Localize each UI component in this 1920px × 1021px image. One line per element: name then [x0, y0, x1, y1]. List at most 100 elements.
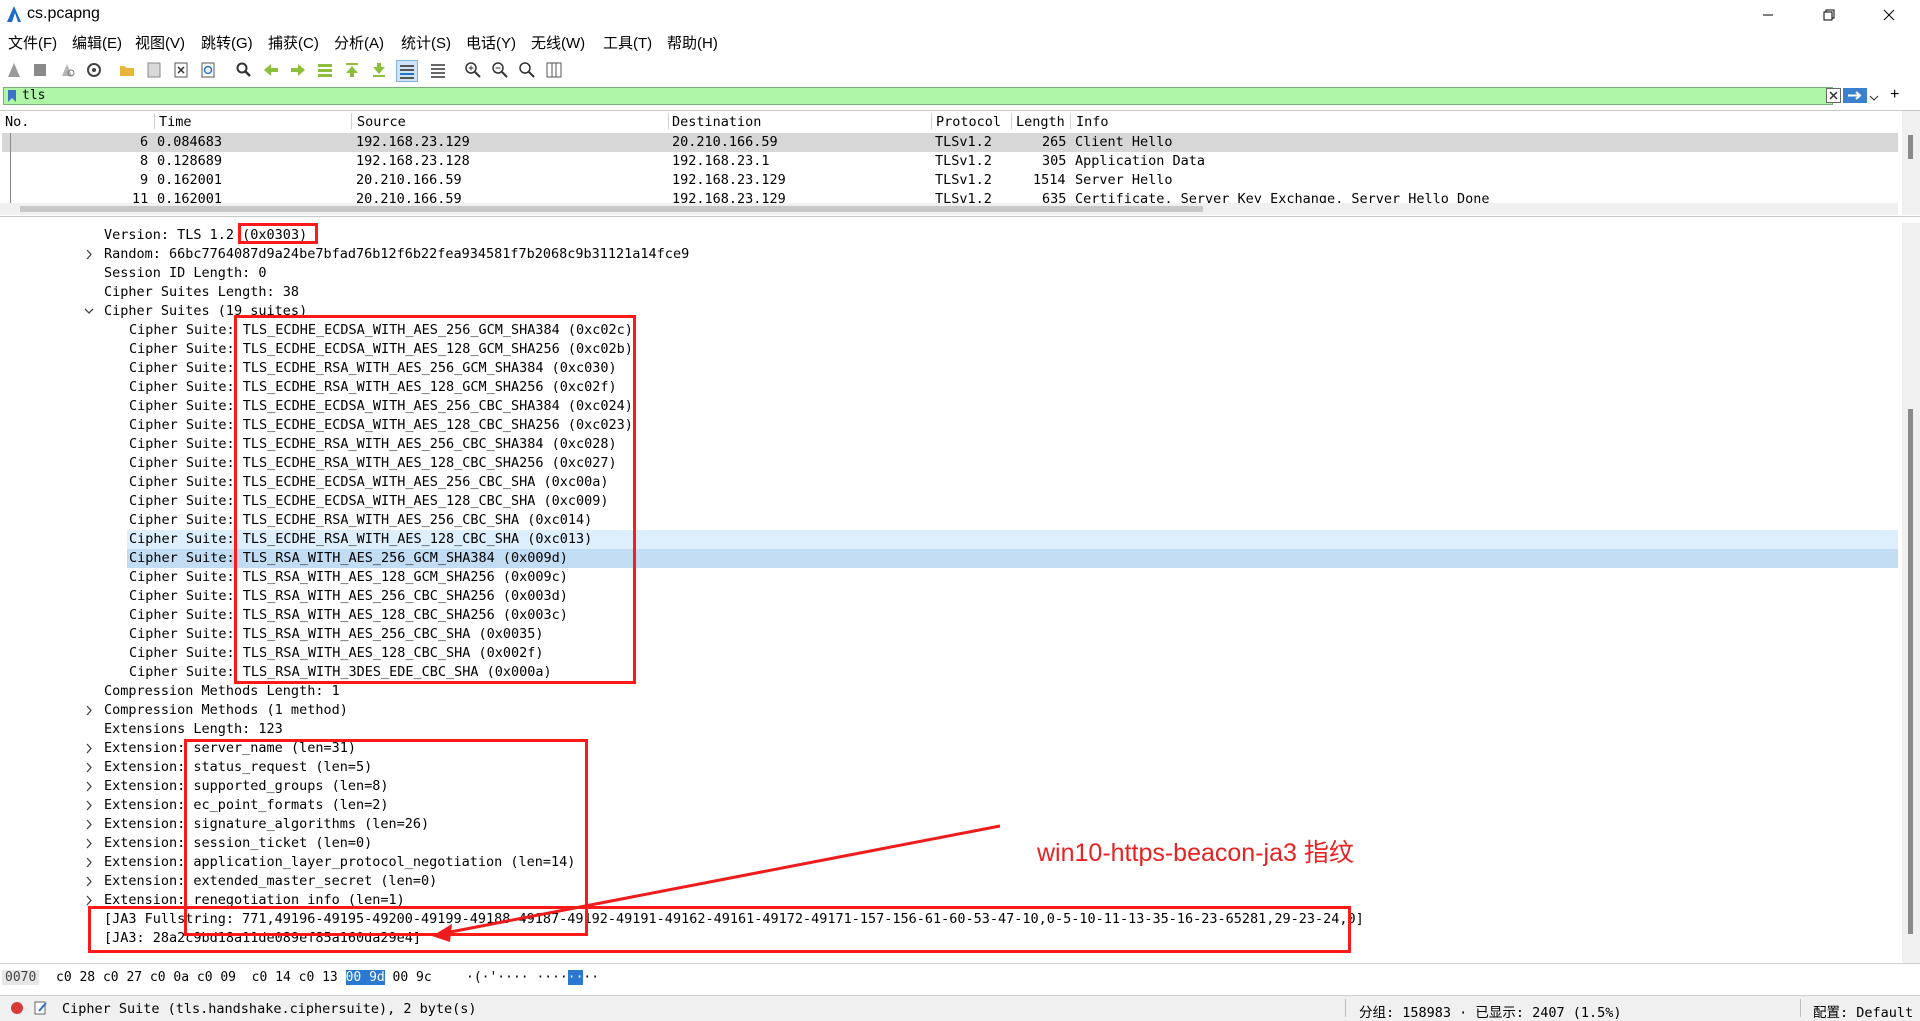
ja3-highlight-box — [88, 906, 1351, 953]
annotation-label: win10-https-beacon-ja3 指纹 — [1037, 839, 1354, 867]
field-extensions-length[interactable]: Extensions Length: 123 — [0, 720, 1898, 739]
packet-list: No. Time Source Destination Protocol Len… — [0, 110, 1920, 217]
packet-time: 0.162001 — [157, 191, 223, 203]
open-file-icon[interactable] — [117, 60, 137, 80]
tree-field-label: Cipher Suite: — [129, 455, 243, 471]
column-header-source[interactable]: Source — [357, 114, 406, 130]
column-header-info[interactable]: Info — [1076, 114, 1109, 130]
packet-info: Client Hello — [1075, 134, 1173, 150]
tree-field-label: Session ID Length: 0 — [104, 265, 267, 281]
field-session-id-length[interactable]: Session ID Length: 0 — [0, 264, 1898, 283]
bytes-hex[interactable]: c0 28 c0 27 c0 0a c0 09 c0 14 c0 13 00 9… — [56, 970, 432, 985]
packet-bytes-pane: 0070 c0 28 c0 27 c0 0a c0 09 c0 14 c0 13… — [0, 963, 1920, 992]
packet-row[interactable]: 6 0.084683 192.168.23.129 20.210.166.59 … — [2, 133, 1898, 152]
packet-protocol: TLSv1.2 — [935, 172, 992, 188]
tree-field-label: Extension: — [104, 740, 194, 756]
field-cipher-suites-length[interactable]: Cipher Suites Length: 38 — [0, 283, 1898, 302]
menu-help[interactable]: 帮助(H) — [667, 32, 718, 53]
column-header-protocol[interactable]: Protocol — [936, 114, 1001, 130]
field-compression-methods-length[interactable]: Compression Methods Length: 1 — [0, 682, 1898, 701]
status-profile[interactable]: 配置: Default — [1813, 1001, 1913, 1021]
go-to-packet-icon[interactable] — [315, 60, 335, 80]
packet-row[interactable]: 8 0.128689 192.168.23.128 192.168.23.1 T… — [2, 152, 1898, 171]
bytes-ascii[interactable]: ·(·'···· ········ — [466, 970, 599, 985]
tree-field-label: Extension: — [104, 778, 194, 794]
menu-go[interactable]: 跳转(G) — [201, 32, 253, 53]
packet-no: 9 — [140, 172, 149, 188]
field-compression-methods[interactable]: Compression Methods (1 method) — [0, 701, 1898, 720]
column-header-time[interactable]: Time — [159, 114, 192, 130]
clear-filter-icon[interactable] — [1826, 88, 1841, 107]
tree-field-label: Cipher Suite: — [129, 645, 243, 661]
tree-field-label: Extension: — [104, 835, 194, 851]
menu-edit[interactable]: 编辑(E) — [72, 32, 122, 53]
restart-capture-icon[interactable] — [57, 60, 77, 80]
window-title: cs.pcapng — [27, 5, 100, 22]
menu-file[interactable]: 文件(F) — [8, 32, 57, 53]
go-back-icon[interactable] — [261, 60, 281, 80]
bookmark-icon[interactable] — [8, 90, 16, 107]
apply-filter-icon[interactable] — [1843, 88, 1867, 107]
tree-field-label: Cipher Suite: — [129, 550, 243, 566]
minimize-button[interactable] — [1745, 0, 1791, 30]
capture-options-icon[interactable] — [84, 60, 104, 80]
field-random[interactable]: Random: 66bc7764087d9a24be7bfad76b12f6b2… — [0, 245, 1898, 264]
cipher-suites-highlight-box — [234, 315, 636, 684]
tree-field-label: Cipher Suite: — [129, 341, 243, 357]
tree-field-label: Cipher Suite: — [129, 664, 243, 680]
autoscroll-icon[interactable] — [396, 60, 418, 82]
normal-size-icon[interactable] — [517, 60, 537, 80]
find-packet-icon[interactable] — [234, 60, 254, 80]
tree-field-label: Cipher Suite: — [129, 322, 243, 338]
packet-list-hscrollbar[interactable] — [0, 203, 1898, 215]
tree-field-label: Cipher Suite: — [129, 607, 243, 623]
packet-no: 8 — [140, 153, 149, 169]
packet-list-header: No. Time Source Destination Protocol Len… — [0, 111, 1898, 132]
go-forward-icon[interactable] — [288, 60, 308, 80]
menu-tools[interactable]: 工具(T) — [603, 32, 652, 53]
zoom-out-icon[interactable] — [490, 60, 510, 80]
column-header-length[interactable]: Length — [1016, 114, 1065, 130]
details-vscrollbar[interactable] — [1902, 223, 1920, 963]
column-header-destination[interactable]: Destination — [672, 114, 761, 130]
menu-statistics[interactable]: 统计(S) — [401, 32, 451, 53]
restore-button[interactable] — [1806, 0, 1852, 30]
packet-details-tree: Version: TLS 1.2 (0x0303) Random: 66bc776… — [0, 223, 1920, 963]
packet-info: Certificate, Server Key Exchange, Server… — [1075, 191, 1490, 203]
tree-field-label: Cipher Suite: — [129, 531, 243, 547]
save-file-icon[interactable] — [144, 60, 164, 80]
menu-capture[interactable]: 捕获(C) — [268, 32, 319, 53]
close-button[interactable] — [1866, 0, 1912, 30]
packet-protocol: TLSv1.2 — [935, 153, 992, 169]
go-first-packet-icon[interactable] — [342, 60, 362, 80]
add-filter-button-icon[interactable]: + — [1890, 86, 1899, 104]
start-capture-icon[interactable] — [4, 60, 24, 80]
column-header-no[interactable]: No. — [5, 114, 29, 130]
packet-destination: 192.168.23.1 — [672, 153, 770, 169]
close-file-icon[interactable] — [171, 60, 191, 80]
tree-field-label: Cipher Suite: — [129, 398, 243, 414]
packet-time: 0.084683 — [157, 134, 223, 150]
packet-list-vscrollbar[interactable] — [1902, 111, 1920, 215]
edit-comment-icon[interactable] — [34, 1000, 48, 1019]
tree-field-label: Cipher Suite: — [129, 379, 243, 395]
packet-row[interactable]: 11 0.162001 20.210.166.59 192.168.23.129… — [2, 190, 1898, 203]
packet-length: 1514 — [1033, 172, 1066, 188]
display-filter-input[interactable]: tls — [3, 87, 1833, 105]
resize-columns-icon[interactable] — [544, 60, 564, 80]
packet-protocol: TLSv1.2 — [935, 134, 992, 150]
expert-info-icon[interactable] — [10, 1001, 24, 1019]
menu-view[interactable]: 视图(V) — [135, 32, 185, 53]
menu-wireless[interactable]: 无线(W) — [531, 32, 585, 53]
menu-analyze[interactable]: 分析(A) — [334, 32, 384, 53]
menu-telephony[interactable]: 电话(Y) — [466, 32, 516, 53]
tree-field-label: Cipher Suite: — [129, 588, 243, 604]
zoom-in-icon[interactable] — [463, 60, 483, 80]
filter-dropdown-icon[interactable] — [1869, 90, 1879, 107]
packet-source: 192.168.23.129 — [356, 134, 470, 150]
colorize-icon[interactable] — [428, 60, 448, 80]
go-last-packet-icon[interactable] — [369, 60, 389, 80]
stop-capture-icon[interactable] — [30, 60, 50, 80]
reload-file-icon[interactable] — [198, 60, 218, 80]
packet-row[interactable]: 9 0.162001 20.210.166.59 192.168.23.129 … — [2, 171, 1898, 190]
